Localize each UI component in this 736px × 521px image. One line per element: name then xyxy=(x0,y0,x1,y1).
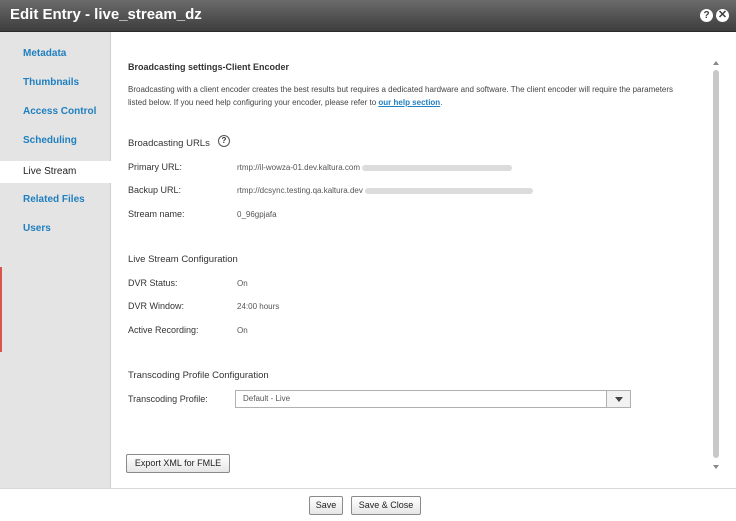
redacted-text xyxy=(364,187,533,194)
active-recording-value: On xyxy=(237,326,248,335)
close-icon[interactable]: ✕ xyxy=(716,9,729,22)
transcoding-profile-label: Transcoding Profile: xyxy=(128,394,208,404)
help-icon[interactable]: ? xyxy=(700,9,713,22)
help-section-link[interactable]: our help section xyxy=(378,98,440,107)
sidebar-item-metadata[interactable]: Metadata xyxy=(0,43,111,65)
dropdown-button[interactable] xyxy=(606,391,630,407)
sidebar-item-scheduling[interactable]: Scheduling xyxy=(0,130,111,152)
scrollbar-thumb[interactable] xyxy=(713,70,719,458)
window-title: Edit Entry - live_stream_dz xyxy=(10,6,202,23)
dvr-window-label: DVR Window: xyxy=(128,301,185,311)
transcoding-heading: Transcoding Profile Configuration xyxy=(128,370,269,381)
sidebar-item-users[interactable]: Users xyxy=(0,218,111,240)
backup-url-value: rtmp://dcsync.testing.qa.kaltura.dev xyxy=(237,186,533,195)
live-stream-panel xyxy=(112,43,724,488)
scroll-down-icon[interactable] xyxy=(713,465,719,469)
vertical-scrollbar[interactable] xyxy=(712,58,721,472)
broadcasting-urls-heading: Broadcasting URLs xyxy=(128,138,210,149)
primary-url-value: rtmp://il-wowza-01.dev.kaltura.com xyxy=(237,163,512,172)
dvr-status-label: DVR Status: xyxy=(128,278,178,288)
broadcasting-heading: Broadcasting settings-Client Encoder xyxy=(128,62,290,72)
backup-url-text: rtmp://dcsync.testing.qa.kaltura.dev xyxy=(237,186,363,195)
question-mark-icon[interactable]: ? xyxy=(218,135,230,147)
dvr-window-value: 24:00 hours xyxy=(237,302,280,311)
active-recording-label: Active Recording: xyxy=(128,325,199,335)
description-end: . xyxy=(440,98,443,107)
redacted-text xyxy=(362,164,512,171)
transcoding-profile-select[interactable]: Default - Live xyxy=(235,390,631,408)
footer-divider xyxy=(0,488,736,489)
save-close-button[interactable]: Save & Close xyxy=(351,496,421,515)
sidebar: Metadata Thumbnails Access Control Sched… xyxy=(0,32,112,488)
scroll-up-icon[interactable] xyxy=(713,61,719,65)
sidebar-item-related-files[interactable]: Related Files xyxy=(0,189,111,211)
export-xml-button[interactable]: Export XML for FMLE xyxy=(126,454,230,473)
broadcasting-description: Broadcasting with a client encoder creat… xyxy=(128,83,688,109)
live-config-heading: Live Stream Configuration xyxy=(128,254,238,265)
title-bar: Edit Entry - live_stream_dz ? ✕ xyxy=(0,0,736,32)
transcoding-profile-value: Default - Live xyxy=(243,394,291,403)
sidebar-item-thumbnails[interactable]: Thumbnails xyxy=(0,72,111,94)
primary-url-label: Primary URL: xyxy=(128,162,183,172)
save-button[interactable]: Save xyxy=(309,496,343,515)
backup-url-label: Backup URL: xyxy=(128,185,182,195)
window-edge-accent xyxy=(0,267,2,352)
primary-url-text: rtmp://il-wowza-01.dev.kaltura.com xyxy=(237,163,360,172)
sidebar-item-access-control[interactable]: Access Control xyxy=(0,101,111,123)
chevron-down-icon xyxy=(615,397,623,402)
dvr-status-value: On xyxy=(237,279,248,288)
stream-name-label: Stream name: xyxy=(128,209,185,219)
stream-name-value: 0_96gpjafa xyxy=(237,210,277,219)
sidebar-item-live-stream[interactable]: Live Stream xyxy=(0,161,112,183)
